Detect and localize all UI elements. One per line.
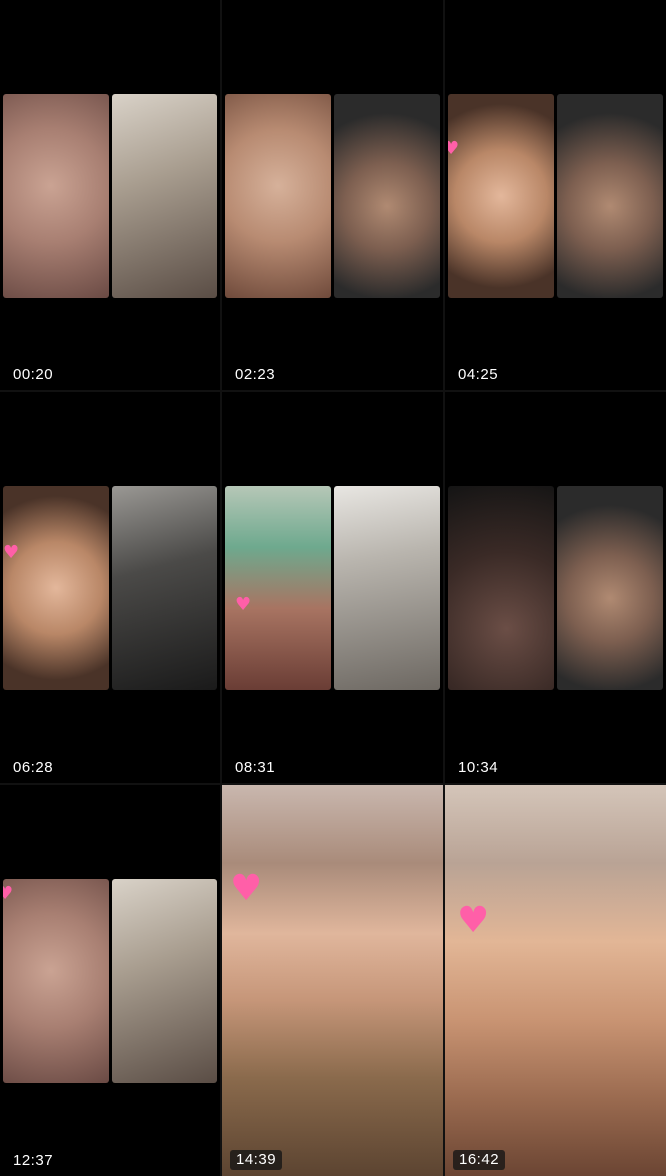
right-pane [557, 486, 663, 690]
timestamp: 00:20 [13, 366, 54, 383]
timestamp: 08:31 [235, 759, 276, 776]
right-pane [111, 486, 217, 690]
heart-icon: ♥ [3, 883, 14, 904]
timestamp: 16:42 [453, 1150, 506, 1170]
right-pane [111, 879, 217, 1083]
timestamp: 04:25 [458, 366, 499, 383]
right-pane [334, 94, 440, 298]
left-pane: ♥ [225, 486, 331, 690]
split-frame [3, 94, 217, 298]
right-pane [557, 94, 663, 298]
video-thumbnail-grid: 00:20 02:23 ♥ 04:25 ♥ 06:28 ♥ 08:31 10:3… [0, 0, 666, 1176]
left-pane [225, 94, 331, 298]
heart-icon: ♥ [448, 138, 460, 159]
timestamp: 12:37 [13, 1152, 54, 1169]
split-frame: ♥ [3, 486, 217, 690]
video-thumbnail[interactable]: ♥ 16:42 [445, 785, 666, 1176]
timestamp: 14:39 [230, 1150, 283, 1170]
heart-icon: ♥ [230, 868, 263, 909]
split-frame [225, 94, 440, 298]
heart-icon: ♥ [3, 542, 20, 563]
timestamp: 10:34 [458, 759, 499, 776]
left-pane: ♥ [3, 879, 109, 1083]
video-thumbnail[interactable]: ♥ 08:31 [222, 392, 443, 783]
video-thumbnail[interactable]: ♥ 14:39 [222, 785, 443, 1176]
right-pane [334, 486, 440, 690]
full-frame: ♥ [445, 785, 666, 1176]
heart-icon: ♥ [457, 900, 490, 941]
full-frame: ♥ [222, 785, 443, 1176]
split-frame: ♥ [3, 879, 217, 1083]
left-pane [448, 486, 554, 690]
heart-icon: ♥ [235, 594, 252, 615]
left-pane: ♥ [448, 94, 554, 298]
left-pane [3, 94, 109, 298]
left-pane: ♥ [3, 486, 109, 690]
split-frame [448, 486, 663, 690]
split-frame: ♥ [225, 486, 440, 690]
video-thumbnail[interactable]: 00:20 [0, 0, 220, 390]
timestamp: 02:23 [235, 366, 276, 383]
video-thumbnail[interactable]: 02:23 [222, 0, 443, 390]
video-thumbnail[interactable]: ♥ 04:25 [445, 0, 666, 390]
timestamp: 06:28 [13, 759, 54, 776]
video-thumbnail[interactable]: 10:34 [445, 392, 666, 783]
video-thumbnail[interactable]: ♥ 12:37 [0, 785, 220, 1176]
right-pane [111, 94, 217, 298]
video-thumbnail[interactable]: ♥ 06:28 [0, 392, 220, 783]
split-frame: ♥ [448, 94, 663, 298]
